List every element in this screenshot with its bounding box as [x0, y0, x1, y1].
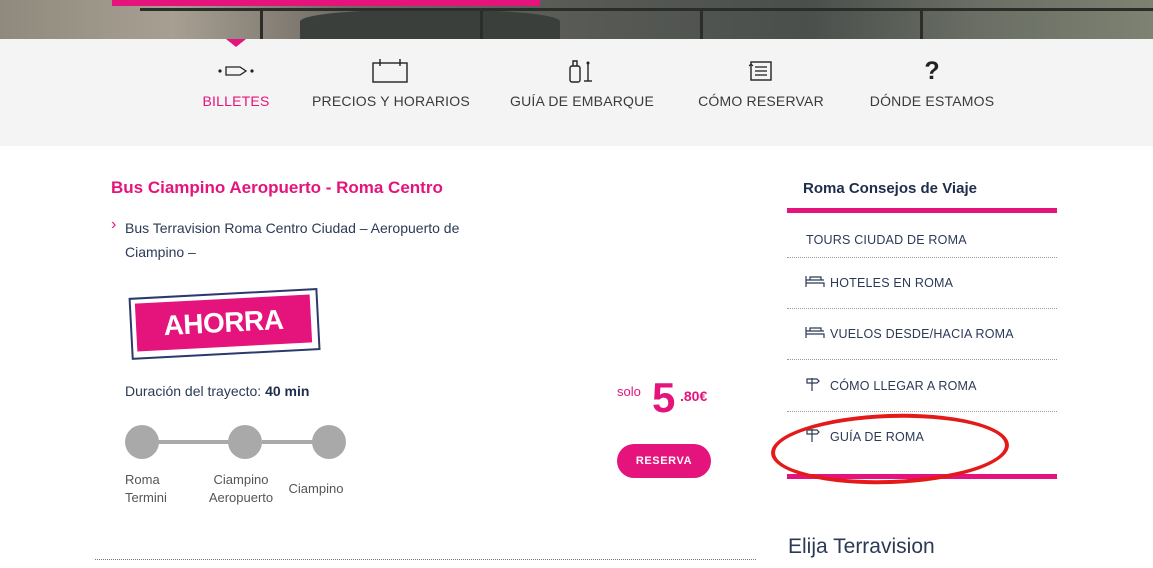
- trip-duration: Duración del trayecto: 40 min: [125, 383, 309, 399]
- sidebar-item-vuelos[interactable]: VUELOS DESDE/HACIA ROMA: [787, 308, 1057, 360]
- sidebar-item-label: VUELOS DESDE/HACIA ROMA: [830, 327, 1014, 341]
- sidebar-item-label: HOTELES EN ROMA: [830, 276, 954, 290]
- nav-tab-label: BILLETES: [202, 93, 270, 109]
- nav-tab-precios-horarios[interactable]: PRECIOS Y HORARIOS: [312, 56, 470, 109]
- nav-tab-donde-estamos[interactable]: ? DÓNDE ESTAMOS: [866, 56, 998, 110]
- nav-tab-label: CÓMO RESERVAR: [698, 93, 824, 109]
- active-tab-pointer: [226, 39, 246, 47]
- nav-tab-guia-embarque[interactable]: GUÍA DE EMBARQUE: [508, 56, 656, 109]
- luggage-icon: [508, 56, 656, 86]
- ahorra-badge: AHORRA: [128, 288, 321, 360]
- nav-tab-label: PRECIOS Y HORARIOS: [312, 93, 470, 109]
- price-integer: 5: [652, 374, 676, 421]
- sidebar-item-label: TOURS CIUDAD DE ROMA: [806, 233, 967, 247]
- question-glyph: ?: [924, 56, 940, 85]
- badge-text: AHORRA: [162, 303, 285, 342]
- sidebar-title: Roma Consejos de Viaje: [803, 180, 977, 197]
- badge-fill: AHORRA: [134, 294, 313, 352]
- sidebar-item-tours[interactable]: TOURS CIUDAD DE ROMA: [787, 213, 1057, 258]
- booking-icon: [697, 56, 825, 86]
- route-line: [158, 440, 236, 444]
- calendar-icon: [312, 56, 467, 86]
- nav-tab-label: GUÍA DE EMBARQUE: [509, 93, 654, 109]
- duration-label: Duración del trayecto:: [125, 383, 262, 399]
- nav-tab-label: DÓNDE ESTAMOS: [869, 93, 995, 109]
- hero-post: [700, 8, 703, 39]
- hero-railing: [140, 8, 1153, 11]
- hero-post: [920, 8, 923, 39]
- question-icon: ?: [866, 56, 998, 86]
- hero-image: [0, 0, 1153, 39]
- stop-label: Roma Termini: [125, 472, 167, 505]
- nav-tab-billetes[interactable]: BILLETES: [198, 56, 274, 109]
- bed-icon: [805, 324, 825, 343]
- sidebar-item-como-llegar[interactable]: CÓMO LLEGAR A ROMA: [787, 360, 1057, 412]
- duration-value: 40 min: [265, 383, 310, 399]
- price-decimal: .80€: [680, 388, 708, 404]
- bed-icon: [805, 273, 825, 292]
- route-line: [262, 440, 316, 444]
- route-title: Bus Ciampino Aeropuerto - Roma Centro: [111, 178, 443, 197]
- hero-banner-edge: [112, 0, 540, 6]
- route-link[interactable]: Bus Terravision Roma Centro Ciudad – Aer…: [125, 216, 505, 264]
- stop-dot: [228, 425, 262, 459]
- signpost-icon: [805, 376, 821, 396]
- ticket-icon: [198, 56, 274, 86]
- divider: [95, 559, 756, 560]
- sidebar-item-label: CÓMO LLEGAR A ROMA: [830, 379, 977, 393]
- stop-label: Ciampino Aeropuerto: [208, 472, 274, 505]
- hero-shadow: [300, 10, 560, 39]
- stop-label: Ciampino: [288, 481, 344, 496]
- price-prefix: solo: [617, 384, 641, 399]
- reserve-button[interactable]: RESERVA: [617, 444, 711, 478]
- stop-dot: [312, 425, 346, 459]
- stop-dot: [125, 425, 159, 459]
- sidebar-footer-title: Elija Terravision: [788, 535, 935, 558]
- hero-post: [260, 8, 263, 39]
- nav-tab-como-reservar[interactable]: CÓMO RESERVAR: [697, 56, 825, 109]
- chevron-right-icon: ›: [111, 216, 117, 233]
- hero-post: [480, 8, 483, 39]
- sidebar-item-hoteles[interactable]: HOTELES EN ROMA: [787, 257, 1057, 309]
